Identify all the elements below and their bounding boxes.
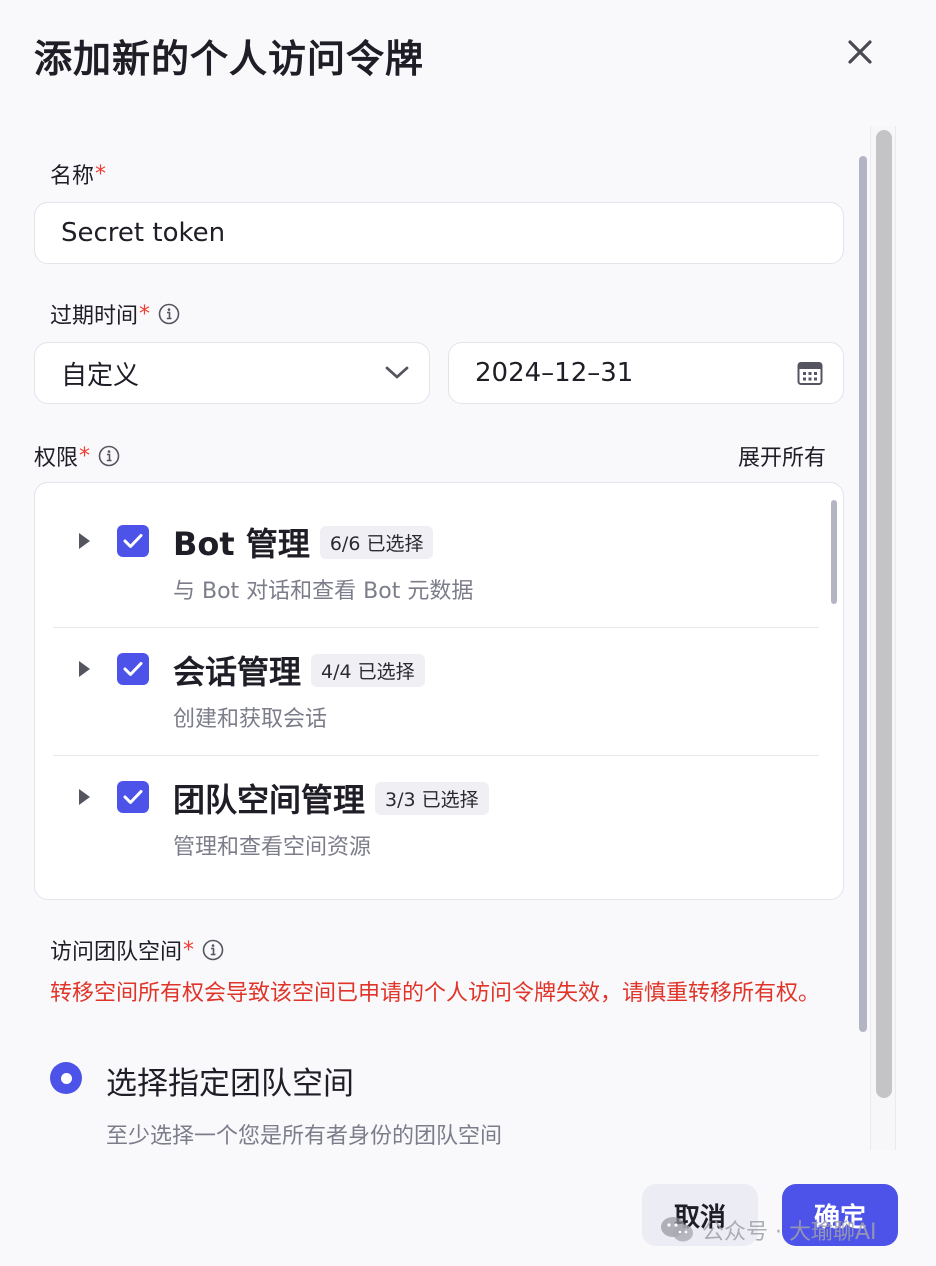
workspace-radio[interactable] — [50, 1062, 82, 1094]
required-star: * — [79, 443, 91, 469]
permission-desc: 创建和获取会话 — [173, 707, 328, 732]
radio-dot — [60, 1072, 72, 1084]
permission-checkbox-bot[interactable] — [117, 525, 149, 557]
permission-count-badge: 4/4 已选择 — [311, 653, 425, 687]
close-button[interactable] — [838, 30, 882, 74]
expiry-label-text: 过期时间 — [50, 304, 139, 329]
checkmark-icon — [123, 534, 143, 548]
name-input-value: Secret token — [61, 218, 226, 248]
permission-count-badge: 6/6 已选择 — [319, 525, 434, 559]
caret-right-icon[interactable] — [77, 532, 91, 550]
permission-title: 会话管理 4/4 已选择 — [173, 647, 425, 693]
close-icon — [848, 40, 872, 64]
name-input[interactable]: Secret token — [34, 202, 844, 264]
calendar-icon[interactable] — [797, 360, 823, 386]
required-star: * — [183, 937, 195, 963]
chevron-down-icon — [385, 366, 409, 379]
caret-right-icon[interactable] — [77, 788, 91, 806]
wechat-icon — [661, 1217, 693, 1242]
name-label: 名称 * — [50, 158, 106, 190]
required-star: * — [139, 301, 151, 327]
permission-title: 团队空间管理 3/3 已选择 — [173, 775, 489, 821]
dialog-title: 添加新的个人访问令牌 — [34, 37, 425, 81]
expiry-mode-value: 自定义 — [61, 360, 140, 391]
expiry-date-value: 2024–12–31 — [475, 358, 634, 388]
expand-all-link[interactable]: 展开所有 — [738, 440, 826, 472]
permission-title-text: 会话管理 — [173, 653, 302, 691]
permission-checkbox-conversation[interactable] — [117, 653, 149, 685]
permission-checkbox-workspace[interactable] — [117, 781, 149, 813]
permission-row-bot: Bot 管理 6/6 已选择 与 Bot 对话和查看 Bot 元数据 — [35, 499, 843, 627]
name-label-text: 名称 — [50, 164, 95, 189]
permissions-panel: Bot 管理 6/6 已选择 与 Bot 对话和查看 Bot 元数据 会话管理 4/… — [34, 482, 844, 900]
permission-title-text: 团队空间管理 — [173, 781, 366, 819]
permission-count-badge: 3/3 已选择 — [375, 781, 489, 815]
permission-desc: 管理和查看空间资源 — [173, 835, 372, 860]
checkmark-icon — [123, 790, 143, 804]
expiry-label: 过期时间 * — [50, 298, 180, 330]
required-star: * — [95, 161, 107, 187]
info-icon[interactable] — [98, 445, 120, 467]
workspace-label: 访问团队空间 * — [50, 934, 224, 966]
info-icon[interactable] — [158, 303, 180, 325]
watermark: 公众号 · 大瑜聊AI — [660, 1214, 877, 1246]
caret-right-icon[interactable] — [77, 660, 91, 678]
permission-desc: 与 Bot 对话和查看 Bot 元数据 — [173, 579, 474, 604]
watermark-text: 公众号 · 大瑜聊AI — [702, 1220, 877, 1245]
workspace-label-text: 访问团队空间 — [50, 940, 183, 965]
expiry-date-input[interactable]: 2024–12–31 — [448, 342, 844, 404]
permission-title: Bot 管理 6/6 已选择 — [173, 519, 434, 565]
permissions-scrollbar-thumb[interactable] — [831, 500, 837, 604]
content-scrollbar-thumb[interactable] — [859, 156, 867, 1032]
permission-row-workspace: 团队空间管理 3/3 已选择 管理和查看空间资源 — [35, 755, 843, 883]
permissions-label: 权限 * — [34, 440, 120, 472]
outer-scrollbar-thumb[interactable] — [876, 130, 892, 1098]
workspace-option-desc: 至少选择一个您是所有者身份的团队空间 — [106, 1124, 503, 1149]
checkmark-icon — [123, 662, 143, 676]
info-icon[interactable] — [202, 939, 224, 961]
workspace-option-label[interactable]: 选择指定团队空间 — [106, 1058, 354, 1103]
permission-title-text: Bot 管理 — [173, 525, 310, 563]
permissions-label-text: 权限 — [34, 446, 79, 471]
ownership-warning: 转移空间所有权会导致该空间已申请的个人访问令牌失效，请慎重转移所有权。 — [50, 981, 821, 1006]
permission-row-conversation: 会话管理 4/4 已选择 创建和获取会话 — [35, 627, 843, 755]
expiry-mode-select[interactable]: 自定义 — [34, 342, 430, 404]
